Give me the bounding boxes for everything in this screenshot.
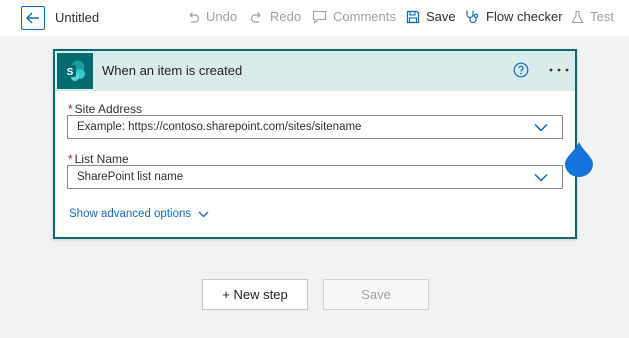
save-icon <box>406 10 420 23</box>
flask-icon <box>571 10 584 23</box>
redo-icon <box>250 11 261 23</box>
site-address-dropdown[interactable]: Example: https://contoso.sharepoint.com/… <box>67 115 563 139</box>
chevron-down-icon <box>198 211 209 217</box>
redo-button[interactable]: Redo <box>250 9 301 24</box>
undo-button[interactable]: Undo <box>186 9 237 24</box>
svg-text:S: S <box>67 67 74 78</box>
save-button[interactable]: Save <box>323 279 429 310</box>
card-title: When an item is created <box>102 63 243 78</box>
save-command-label: Save <box>426 9 456 24</box>
test-button[interactable]: Test <box>571 9 614 24</box>
show-advanced-options-link[interactable]: Show advanced options <box>69 208 209 220</box>
comments-button[interactable]: Comments <box>312 9 396 24</box>
list-name-label: * List Name <box>68 152 129 166</box>
list-name-dropdown[interactable]: SharePoint list name <box>67 165 563 189</box>
back-button[interactable] <box>21 6 45 30</box>
chevron-down-icon[interactable] <box>534 123 548 132</box>
command-bar: Untitled Undo Redo Comments Save Flow ch… <box>0 0 629 36</box>
required-mark: * <box>68 152 73 166</box>
site-address-label: * Site Address <box>68 102 143 116</box>
test-label: Test <box>590 9 614 24</box>
list-name-placeholder: SharePoint list name <box>77 171 184 183</box>
site-address-placeholder: Example: https://contoso.sharepoint.com/… <box>77 121 362 133</box>
flow-checker-label: Flow checker <box>486 9 563 24</box>
stethoscope-icon <box>466 10 479 24</box>
card-header[interactable]: S When an item is created <box>55 51 575 91</box>
new-step-button[interactable]: + New step <box>202 279 308 310</box>
undo-label: Undo <box>206 9 238 24</box>
undo-icon <box>189 11 200 23</box>
more-options-icon[interactable] <box>547 63 571 77</box>
chevron-down-icon[interactable] <box>534 173 548 182</box>
sharepoint-icon: S <box>57 53 93 89</box>
save-command-button[interactable]: Save <box>406 9 456 24</box>
required-mark: * <box>68 102 73 116</box>
flow-title[interactable]: Untitled <box>55 10 99 25</box>
comments-label: Comments <box>333 9 396 24</box>
comment-icon <box>312 10 327 24</box>
flow-checker-button[interactable]: Flow checker <box>465 9 563 24</box>
pointer-drop-icon <box>565 142 593 177</box>
redo-label: Redo <box>270 9 302 24</box>
arrow-left-icon <box>26 12 39 24</box>
trigger-card: S When an item is created * Site Address … <box>53 49 593 239</box>
help-icon[interactable] <box>513 62 529 78</box>
